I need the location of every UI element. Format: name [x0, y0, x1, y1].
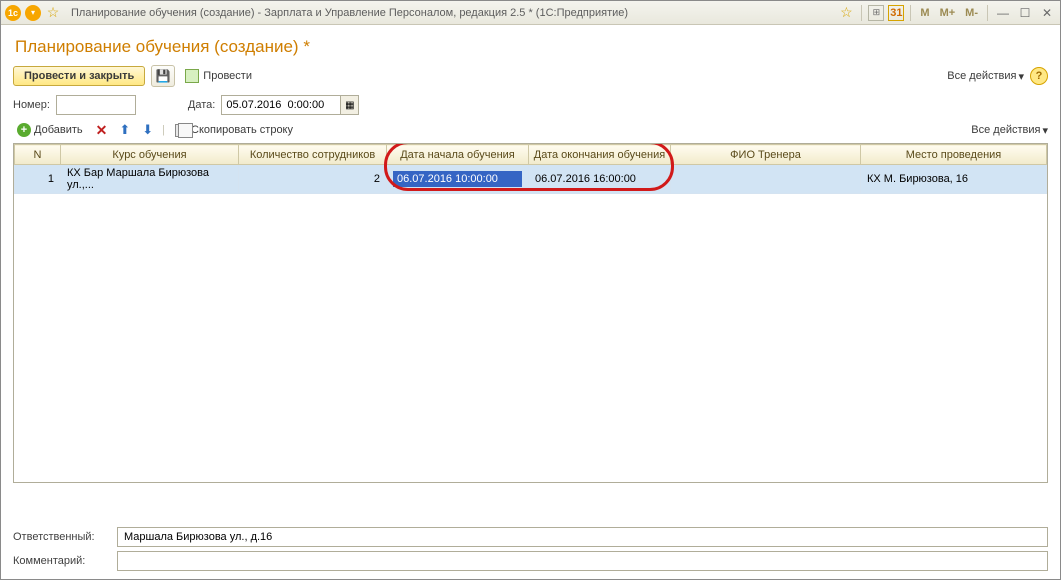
col-start[interactable]: Дата начала обучения — [387, 145, 529, 165]
star-icon[interactable]: ☆ — [837, 4, 855, 22]
memory-mplus-button[interactable]: M+ — [937, 7, 959, 19]
delete-row-button[interactable]: ✕ — [93, 122, 111, 139]
submit-close-button[interactable]: Провести и закрыть — [13, 66, 145, 86]
col-place[interactable]: Место проведения — [861, 145, 1047, 165]
responsible-label: Ответственный: — [13, 531, 113, 543]
help-button[interactable]: ? — [1030, 67, 1048, 85]
titlebar: 1c ▾ ☆ Планирование обучения (создание) … — [1, 1, 1060, 25]
favorite-icon[interactable]: ☆ — [45, 5, 61, 21]
chevron-down-icon: ▾ — [1018, 70, 1024, 83]
col-end[interactable]: Дата окончания обучения — [529, 145, 671, 165]
comment-label: Комментарий: — [13, 555, 113, 567]
training-table[interactable]: N Курс обучения Количество сотрудников Д… — [14, 144, 1047, 194]
post-button[interactable]: Провести — [181, 67, 256, 85]
page-title: Планирование обучения (создание) * — [15, 37, 1048, 57]
floppy-icon: 💾 — [156, 69, 171, 83]
table-wrap: N Курс обучения Количество сотрудников Д… — [13, 143, 1048, 483]
col-trainer[interactable]: ФИО Тренера — [671, 145, 861, 165]
table-all-actions-dropdown[interactable]: Все действия▾ — [971, 124, 1048, 137]
cell-place[interactable]: КХ М. Бирюзова, 16 — [861, 165, 1047, 194]
calendar-icon[interactable]: 31 — [888, 5, 904, 21]
table-header-row: N Курс обучения Количество сотрудников Д… — [15, 145, 1047, 165]
app-logo-icon: 1c — [5, 5, 21, 21]
calendar-small-icon: ▦ — [345, 100, 354, 111]
responsible-field[interactable] — [117, 527, 1048, 547]
plus-icon: + — [17, 123, 31, 137]
calculator-icon[interactable]: ⊞ — [868, 5, 884, 21]
memory-mminus-button[interactable]: M- — [962, 7, 981, 19]
cell-start-edit[interactable]: 06.07.2016 10:00:00 — [393, 171, 522, 187]
add-row-button[interactable]: + Добавить — [13, 121, 87, 139]
cell-end[interactable]: 06.07.2016 16:00:00 — [529, 165, 671, 194]
col-course[interactable]: Курс обучения — [61, 145, 239, 165]
chevron-down-icon: ▾ — [1042, 124, 1048, 137]
cell-start[interactable]: 06.07.2016 10:00:00 — [387, 165, 529, 194]
copy-row-button[interactable]: Скопировать строку — [171, 122, 297, 139]
move-up-button[interactable]: ⬆ — [116, 122, 133, 138]
minimize-icon[interactable]: — — [994, 4, 1012, 22]
save-button[interactable]: 💾 — [151, 65, 175, 87]
header-fields: Номер: Дата: ▦ — [13, 95, 1048, 115]
app-menu-dropdown-icon[interactable]: ▾ — [25, 5, 41, 21]
date-label: Дата: — [188, 99, 215, 111]
post-icon — [185, 69, 199, 83]
table-command-bar: + Добавить ✕ ⬆ ⬇ | Скопировать строку Вс… — [13, 121, 1048, 139]
maximize-icon[interactable]: ☐ — [1016, 4, 1034, 22]
comment-field[interactable] — [117, 551, 1048, 571]
number-field[interactable] — [56, 95, 136, 115]
move-down-button[interactable]: ⬇ — [139, 122, 156, 138]
cell-n[interactable]: 1 — [15, 165, 61, 194]
cell-count[interactable]: 2 — [239, 165, 387, 194]
cell-course[interactable]: КХ Бар Маршала Бирюзова ул.,... — [61, 165, 239, 194]
all-actions-dropdown[interactable]: Все действия▾ — [947, 70, 1024, 83]
table-row[interactable]: 1 КХ Бар Маршала Бирюзова ул.,... 2 06.0… — [15, 165, 1047, 194]
copy-icon — [175, 124, 188, 137]
col-count[interactable]: Количество сотрудников — [239, 145, 387, 165]
memory-m-button[interactable]: M — [917, 7, 932, 19]
number-label: Номер: — [13, 99, 50, 111]
responsible-row: Ответственный: — [13, 527, 1048, 547]
window-title: Планирование обучения (создание) - Зарпл… — [71, 7, 628, 19]
cell-trainer[interactable] — [671, 165, 861, 194]
command-bar: Провести и закрыть 💾 Провести Все действ… — [13, 65, 1048, 87]
comment-row: Комментарий: — [13, 551, 1048, 571]
col-n[interactable]: N — [15, 145, 61, 165]
date-field[interactable] — [221, 95, 341, 115]
post-label: Провести — [203, 70, 252, 82]
close-icon[interactable]: ✕ — [1038, 4, 1056, 22]
date-picker-button[interactable]: ▦ — [341, 95, 359, 115]
